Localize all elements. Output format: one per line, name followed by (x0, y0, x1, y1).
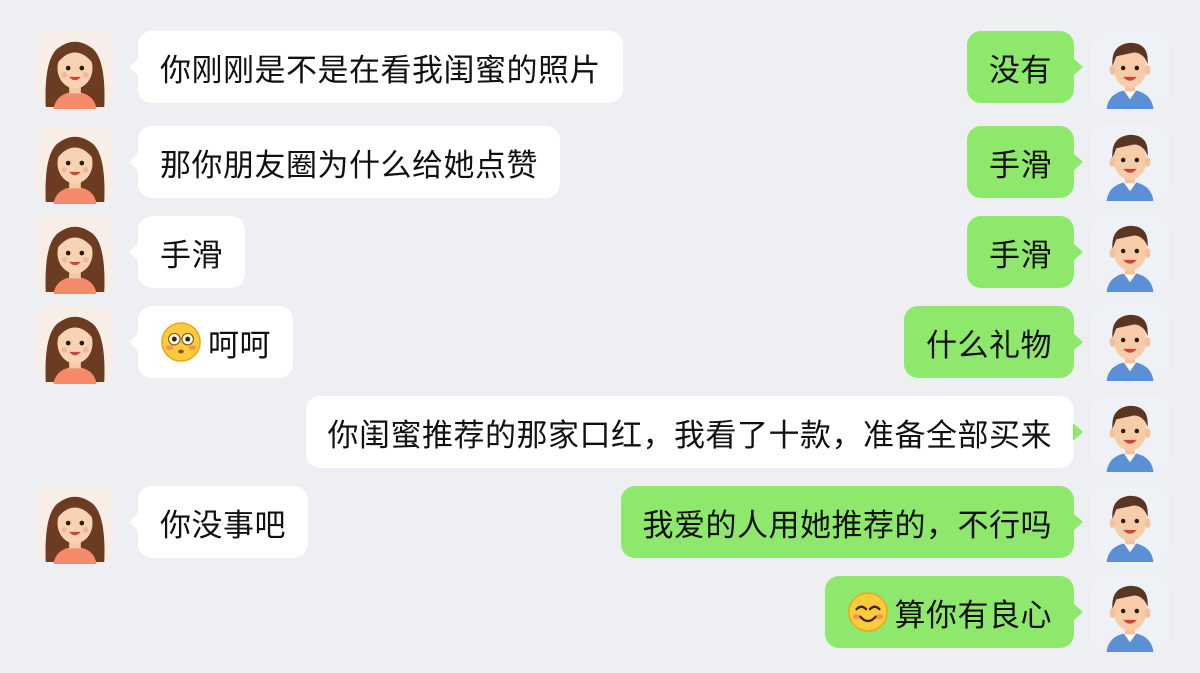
boy-avatar[interactable] (1091, 31, 1169, 109)
message-bubble-boy[interactable]: 没有 (967, 31, 1083, 103)
message-text: 呵呵 (208, 327, 271, 364)
girl-avatar[interactable] (36, 31, 114, 109)
message-text: 没有 (989, 52, 1052, 89)
message-text: 手滑 (160, 237, 223, 274)
message-text: 你刚刚是不是在看我闺蜜的照片 (160, 52, 601, 89)
message-bubble-girl[interactable]: 那你朋友圈为什么给她点赞 (129, 126, 560, 198)
message-bubble-boy[interactable]: 手滑 (967, 216, 1083, 288)
boy-avatar[interactable] (1091, 574, 1169, 652)
message-text: 你没事吧 (160, 507, 286, 544)
boy-avatar[interactable] (1091, 394, 1169, 472)
message-text: 手滑 (989, 237, 1052, 274)
message-bubble-girl[interactable]: 呵呵 (129, 306, 293, 378)
smiling-face-icon (847, 591, 889, 633)
message-bubble-boy[interactable]: 什么礼物 (904, 306, 1083, 378)
chat-window: 你刚刚是不是在看我闺蜜的照片 没有 那你朋友圈为什么给她点赞 手滑 手滑 手滑 … (0, 0, 1200, 673)
message-text: 那你朋友圈为什么给她点赞 (160, 147, 538, 184)
message-text: 你闺蜜推荐的那家口红，我看了十款，准备全部买来 (327, 417, 1052, 454)
boy-avatar[interactable] (1091, 214, 1169, 292)
message-bubble-boy[interactable]: 我爱的人用她推荐的，不行吗 (620, 486, 1083, 558)
message-bubble-boy[interactable]: 手滑 (967, 126, 1083, 198)
girl-avatar[interactable] (36, 216, 114, 294)
message-bubble-girl[interactable]: 你没事吧 (129, 486, 308, 558)
boy-avatar[interactable] (1091, 303, 1169, 381)
message-bubble-boy[interactable]: 你闺蜜推荐的那家口红，我看了十款，准备全部买来 (305, 396, 1083, 468)
girl-avatar[interactable] (36, 126, 114, 204)
message-text: 什么礼物 (926, 327, 1052, 364)
boy-avatar[interactable] (1091, 484, 1169, 562)
flushed-face-icon (160, 321, 202, 363)
message-text: 手滑 (989, 147, 1052, 184)
girl-avatar[interactable] (36, 306, 114, 384)
message-text: 算你有良心 (894, 597, 1052, 634)
message-bubble-girl[interactable]: 手滑 (129, 216, 245, 288)
boy-avatar[interactable] (1091, 123, 1169, 201)
message-text: 我爱的人用她推荐的，不行吗 (642, 507, 1052, 544)
message-bubble-boy[interactable]: 算你有良心 (824, 576, 1083, 648)
girl-avatar[interactable] (36, 486, 114, 564)
message-bubble-girl[interactable]: 你刚刚是不是在看我闺蜜的照片 (129, 31, 623, 103)
